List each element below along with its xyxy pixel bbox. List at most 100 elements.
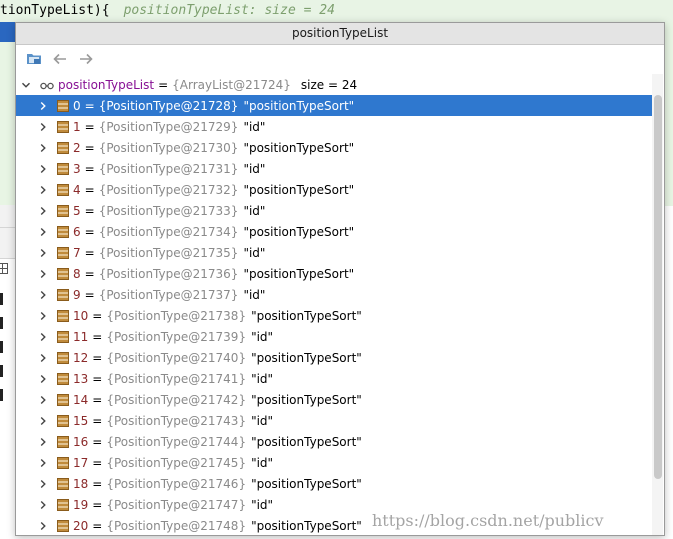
equals-sign: = [92, 455, 103, 470]
item-type: {PositionType@21731} [98, 161, 239, 176]
item-value: "id" [251, 371, 274, 386]
chevron-right-icon[interactable] [37, 310, 49, 322]
tree-item-row[interactable]: 16 = {PositionType@21744} "positionTypeSort… [16, 431, 653, 452]
table-icon[interactable] [0, 263, 8, 274]
tree-item-row[interactable]: 17 = {PositionType@21745} "id" [16, 452, 653, 473]
chevron-right-icon[interactable] [37, 478, 49, 490]
root-variable-type: {ArrayList@21724} [172, 77, 291, 92]
tree-item-entry: 9 = {PositionType@21737} "id" [73, 288, 265, 302]
equals-sign: = [92, 371, 103, 386]
tree-item-row[interactable]: 20 = {PositionType@21748} "positionTypeSort… [16, 515, 653, 535]
tree-item-row[interactable]: 3 = {PositionType@21731} "id" [16, 158, 653, 179]
field-icon [57, 477, 69, 490]
tree-item-row[interactable]: 4 = {PositionType@21732} "positionTypeSort" [16, 179, 653, 200]
tree-item-row[interactable]: 1 = {PositionType@21729} "id" [16, 116, 653, 137]
item-value: "id" [243, 161, 266, 176]
field-icon [57, 393, 69, 406]
tree-item-row[interactable]: 6 = {PositionType@21734} "positionTypeSort" [16, 221, 653, 242]
watch-glasses-icon [40, 80, 54, 90]
equals-sign: = [92, 413, 103, 428]
tree-item-entry: 11 = {PositionType@21739} "id" [73, 330, 273, 344]
item-type: {PositionType@21738} [106, 308, 247, 323]
tree-item-row[interactable]: 10 = {PositionType@21738} "positionTypeSort… [16, 305, 653, 326]
chevron-right-icon[interactable] [37, 142, 49, 154]
chevron-right-icon[interactable] [37, 352, 49, 364]
chevron-right-icon[interactable] [37, 226, 49, 238]
chevron-right-icon[interactable] [37, 184, 49, 196]
chevron-right-icon[interactable] [37, 100, 49, 112]
equals-sign: = [92, 434, 103, 449]
item-value: "id" [243, 287, 266, 302]
folder-icon[interactable] [24, 49, 44, 69]
background-panel-divider [0, 205, 16, 228]
tree-root-row[interactable]: positionTypeList = {ArrayList@21724} size =… [16, 74, 653, 95]
item-index: 6 [73, 224, 81, 239]
equals-sign: = [92, 329, 103, 344]
editor-code-line: tionTypeList){positionTypeList: size = 2… [0, 0, 673, 22]
popup-title[interactable]: positionTypeList [16, 23, 664, 45]
chevron-right-icon[interactable] [37, 520, 49, 532]
item-value: "id" [251, 497, 274, 512]
item-value: "id" [251, 413, 274, 428]
variables-tree[interactable]: positionTypeList = {ArrayList@21724} size =… [16, 74, 653, 535]
tree-item-row[interactable]: 9 = {PositionType@21737} "id" [16, 284, 653, 305]
chevron-right-icon[interactable] [37, 163, 49, 175]
item-index: 2 [73, 140, 81, 155]
item-index: 16 [73, 434, 89, 449]
tree-item-entry: 13 = {PositionType@21741} "id" [73, 372, 273, 386]
field-icon [57, 456, 69, 469]
tree-item-entry: 4 = {PositionType@21732} "positionTypeSort" [73, 183, 354, 197]
chevron-right-icon[interactable] [37, 331, 49, 343]
chevron-right-icon[interactable] [37, 289, 49, 301]
field-icon [57, 183, 69, 196]
tree-item-row[interactable]: 12 = {PositionType@21740} "positionTypeSort… [16, 347, 653, 368]
item-type: {PositionType@21748} [106, 518, 247, 533]
item-value: "id" [243, 203, 266, 218]
tree-item-row[interactable]: 5 = {PositionType@21733} "id" [16, 200, 653, 221]
tree-item-row[interactable]: 8 = {PositionType@21736} "positionTypeSort" [16, 263, 653, 284]
equals-sign: = [84, 203, 95, 218]
tree-item-entry: 14 = {PositionType@21742} "positionTypeSort… [73, 393, 362, 407]
item-value: "positionTypeSort" [251, 518, 362, 533]
tree-item-row[interactable]: 13 = {PositionType@21741} "id" [16, 368, 653, 389]
tree-item-row[interactable]: 18 = {PositionType@21746} "positionTypeSort… [16, 473, 653, 494]
chevron-right-icon[interactable] [37, 121, 49, 133]
item-value: "positionTypeSort" [251, 308, 362, 323]
field-icon [57, 519, 69, 532]
equals-sign: = [84, 245, 95, 260]
item-type: {PositionType@21742} [106, 392, 247, 407]
field-icon [57, 225, 69, 238]
chevron-right-icon[interactable] [37, 205, 49, 217]
chevron-right-icon[interactable] [37, 415, 49, 427]
chevron-right-icon[interactable] [37, 457, 49, 469]
back-arrow-icon[interactable] [50, 49, 70, 69]
gutter-marker [0, 317, 3, 329]
tree-item-row[interactable]: 7 = {PositionType@21735} "id" [16, 242, 653, 263]
item-value: "id" [251, 329, 274, 344]
chevron-right-icon[interactable] [37, 268, 49, 280]
tree-item-row[interactable]: 15 = {PositionType@21743} "id" [16, 410, 653, 431]
chevron-down-icon[interactable] [20, 79, 32, 91]
item-type: {PositionType@21739} [106, 329, 247, 344]
item-index: 13 [73, 371, 89, 386]
tree-item-row[interactable]: 19 = {PositionType@21747} "id" [16, 494, 653, 515]
field-icon [57, 267, 69, 280]
forward-arrow-icon[interactable] [76, 49, 96, 69]
item-type: {PositionType@21729} [98, 119, 239, 134]
tree-item-entry: 10 = {PositionType@21738} "positionTypeSort… [73, 309, 362, 323]
chevron-right-icon[interactable] [37, 373, 49, 385]
field-icon [57, 246, 69, 259]
field-icon [57, 435, 69, 448]
chevron-right-icon[interactable] [37, 499, 49, 511]
tree-item-row[interactable]: 11 = {PositionType@21739} "id" [16, 326, 653, 347]
item-index: 19 [73, 497, 89, 512]
tree-item-row[interactable]: 2 = {PositionType@21730} "positionTypeSort" [16, 137, 653, 158]
tree-item-row[interactable]: 0 = {PositionType@21728} "positionTypeSort" [16, 95, 653, 116]
equals-sign: = [84, 98, 95, 113]
chevron-right-icon[interactable] [37, 247, 49, 259]
chevron-right-icon[interactable] [37, 394, 49, 406]
tree-item-row[interactable]: 14 = {PositionType@21742} "positionTypeSort… [16, 389, 653, 410]
variable-inspector-popup[interactable]: positionTypeList positionTypeList = {Arr… [15, 22, 665, 536]
scrollbar-thumb[interactable] [654, 95, 662, 479]
chevron-right-icon[interactable] [37, 436, 49, 448]
